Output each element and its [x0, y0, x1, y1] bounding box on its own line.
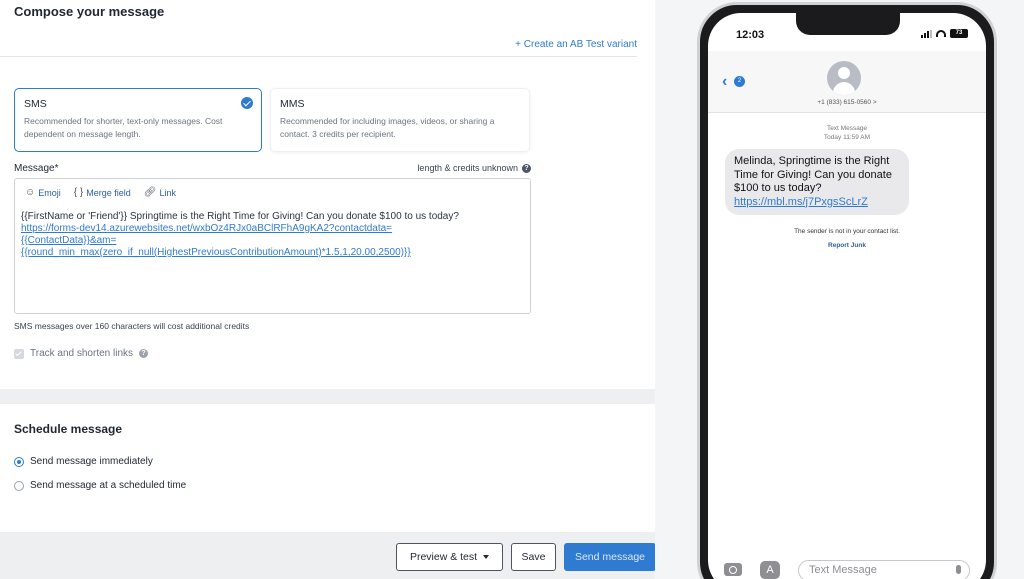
- message-bubble: Melinda, Springtime is the Right Time fo…: [725, 149, 909, 215]
- send-scheduled-option[interactable]: Send message at a scheduled time: [14, 480, 186, 491]
- track-links-checkbox[interactable]: [14, 348, 24, 359]
- preview-test-button[interactable]: Preview & test: [396, 543, 503, 571]
- thread-time: Today 11:59 AM: [823, 134, 871, 141]
- track-links-row: Track and shorten links ?: [14, 348, 149, 359]
- message-link-line-1[interactable]: https://forms-dev14.azurewebsites.net/wx…: [21, 223, 521, 235]
- sms-title: SMS: [24, 98, 47, 110]
- divider: [0, 56, 637, 57]
- unknown-sender-note: The sender is not in your contact list.: [794, 228, 900, 235]
- bubble-link[interactable]: https://mbl.ms/j7PxgsScLrZ: [734, 196, 868, 208]
- imessage-text-field[interactable]: Text Message: [798, 560, 970, 579]
- check-circle-icon: [241, 97, 253, 109]
- bubble-text: Melinda, Springtime is the Right Time fo…: [734, 155, 892, 194]
- phone-notch: [796, 13, 900, 35]
- braces-icon: { }: [73, 187, 84, 198]
- status-time: 12:03: [736, 29, 765, 41]
- message-text[interactable]: {{FirstName or 'Friend'}} Springtime is …: [21, 211, 521, 259]
- track-links-label: Track and shorten links: [30, 348, 134, 359]
- thread-meta: Text Message Today 11:59 AM: [708, 124, 986, 142]
- sms-option-card[interactable]: SMS Recommended for shorter, text-only m…: [14, 88, 262, 152]
- conversation-header: ‹ 2 +1 (833) 615-0560 >: [708, 51, 986, 113]
- smiley-icon: ☺: [25, 187, 36, 198]
- schedule-panel: Schedule message Send message immediatel…: [0, 404, 655, 532]
- report-junk-link[interactable]: Report Junk: [708, 242, 986, 249]
- send-message-button[interactable]: Send message: [564, 543, 656, 571]
- merge-field-button[interactable]: { } Merge field: [74, 187, 131, 198]
- emoji-label: Emoji: [38, 187, 61, 198]
- link-icon: 🔗︎: [143, 187, 157, 198]
- merge-field-label: Merge field: [86, 187, 131, 198]
- wifi-icon: [936, 30, 946, 37]
- credits-note-text: length & credits unknown: [417, 163, 518, 173]
- send-scheduled-radio[interactable]: [14, 480, 24, 491]
- contact-avatar[interactable]: [827, 61, 861, 95]
- sms-description: Recommended for shorter, text-only messa…: [24, 116, 223, 139]
- mms-option-card[interactable]: MMS Recommended for including images, vi…: [270, 88, 530, 152]
- link-button[interactable]: 🔗︎ Link: [144, 187, 176, 198]
- send-scheduled-label: Send message at a scheduled time: [30, 480, 187, 491]
- message-link-line-2[interactable]: {{ContactData}}&am=: [21, 235, 521, 247]
- phone-screen: 12:03 73 ‹ 2 +1 (833) 615-0560 > Text Me…: [708, 13, 986, 579]
- camera-icon[interactable]: [724, 563, 742, 576]
- app-store-icon[interactable]: A: [760, 561, 780, 579]
- status-icons: 73: [921, 29, 968, 38]
- unread-badge: 2: [734, 76, 745, 87]
- save-button[interactable]: Save: [511, 543, 556, 571]
- compose-panel: Compose your message + Create an AB Test…: [0, 0, 655, 389]
- credits-note: length & credits unknown ?: [417, 163, 531, 173]
- preview-test-label: Preview & test: [409, 551, 478, 563]
- create-ab-test-link[interactable]: + Create an AB Test variant: [515, 39, 637, 50]
- message-link-line-3[interactable]: {{round_min_max(zero_if_null(HighestPrev…: [21, 247, 521, 259]
- back-chevron-icon[interactable]: ‹: [722, 73, 727, 91]
- mms-title: MMS: [280, 98, 305, 110]
- contact-number[interactable]: +1 (833) 615-0560 >: [708, 99, 986, 106]
- link-label: Link: [159, 187, 176, 198]
- thread-label: Text Message: [826, 125, 868, 132]
- emoji-button[interactable]: ☺ Emoji: [25, 187, 61, 198]
- editor-toolbar: ☺ Emoji { } Merge field 🔗︎ Link: [25, 187, 176, 198]
- sms-credit-note: SMS messages over 160 characters will co…: [14, 321, 250, 331]
- phone-frame: 12:03 73 ‹ 2 +1 (833) 615-0560 > Text Me…: [697, 2, 997, 579]
- message-input-bar: A Text Message: [708, 553, 986, 579]
- microphone-icon[interactable]: [956, 565, 961, 574]
- message-editor[interactable]: ☺ Emoji { } Merge field 🔗︎ Link {{FirstN…: [14, 178, 531, 314]
- battery-icon: 73: [950, 29, 968, 38]
- text-field-placeholder: Text Message: [809, 564, 877, 576]
- send-immediately-radio[interactable]: [14, 456, 24, 467]
- send-immediately-label: Send message immediately: [30, 456, 153, 467]
- schedule-title: Schedule message: [14, 422, 123, 436]
- help-icon[interactable]: ?: [139, 349, 149, 358]
- chevron-down-icon: [483, 555, 490, 559]
- mms-description: Recommended for including images, videos…: [280, 116, 495, 139]
- signal-icon: [921, 29, 932, 38]
- message-body-text: {{FirstName or 'Friend'}} Springtime is …: [21, 211, 459, 222]
- compose-title: Compose your message: [14, 4, 165, 19]
- send-immediately-option[interactable]: Send message immediately: [14, 456, 153, 467]
- help-icon[interactable]: ?: [522, 163, 531, 173]
- message-label: Message*: [14, 163, 59, 174]
